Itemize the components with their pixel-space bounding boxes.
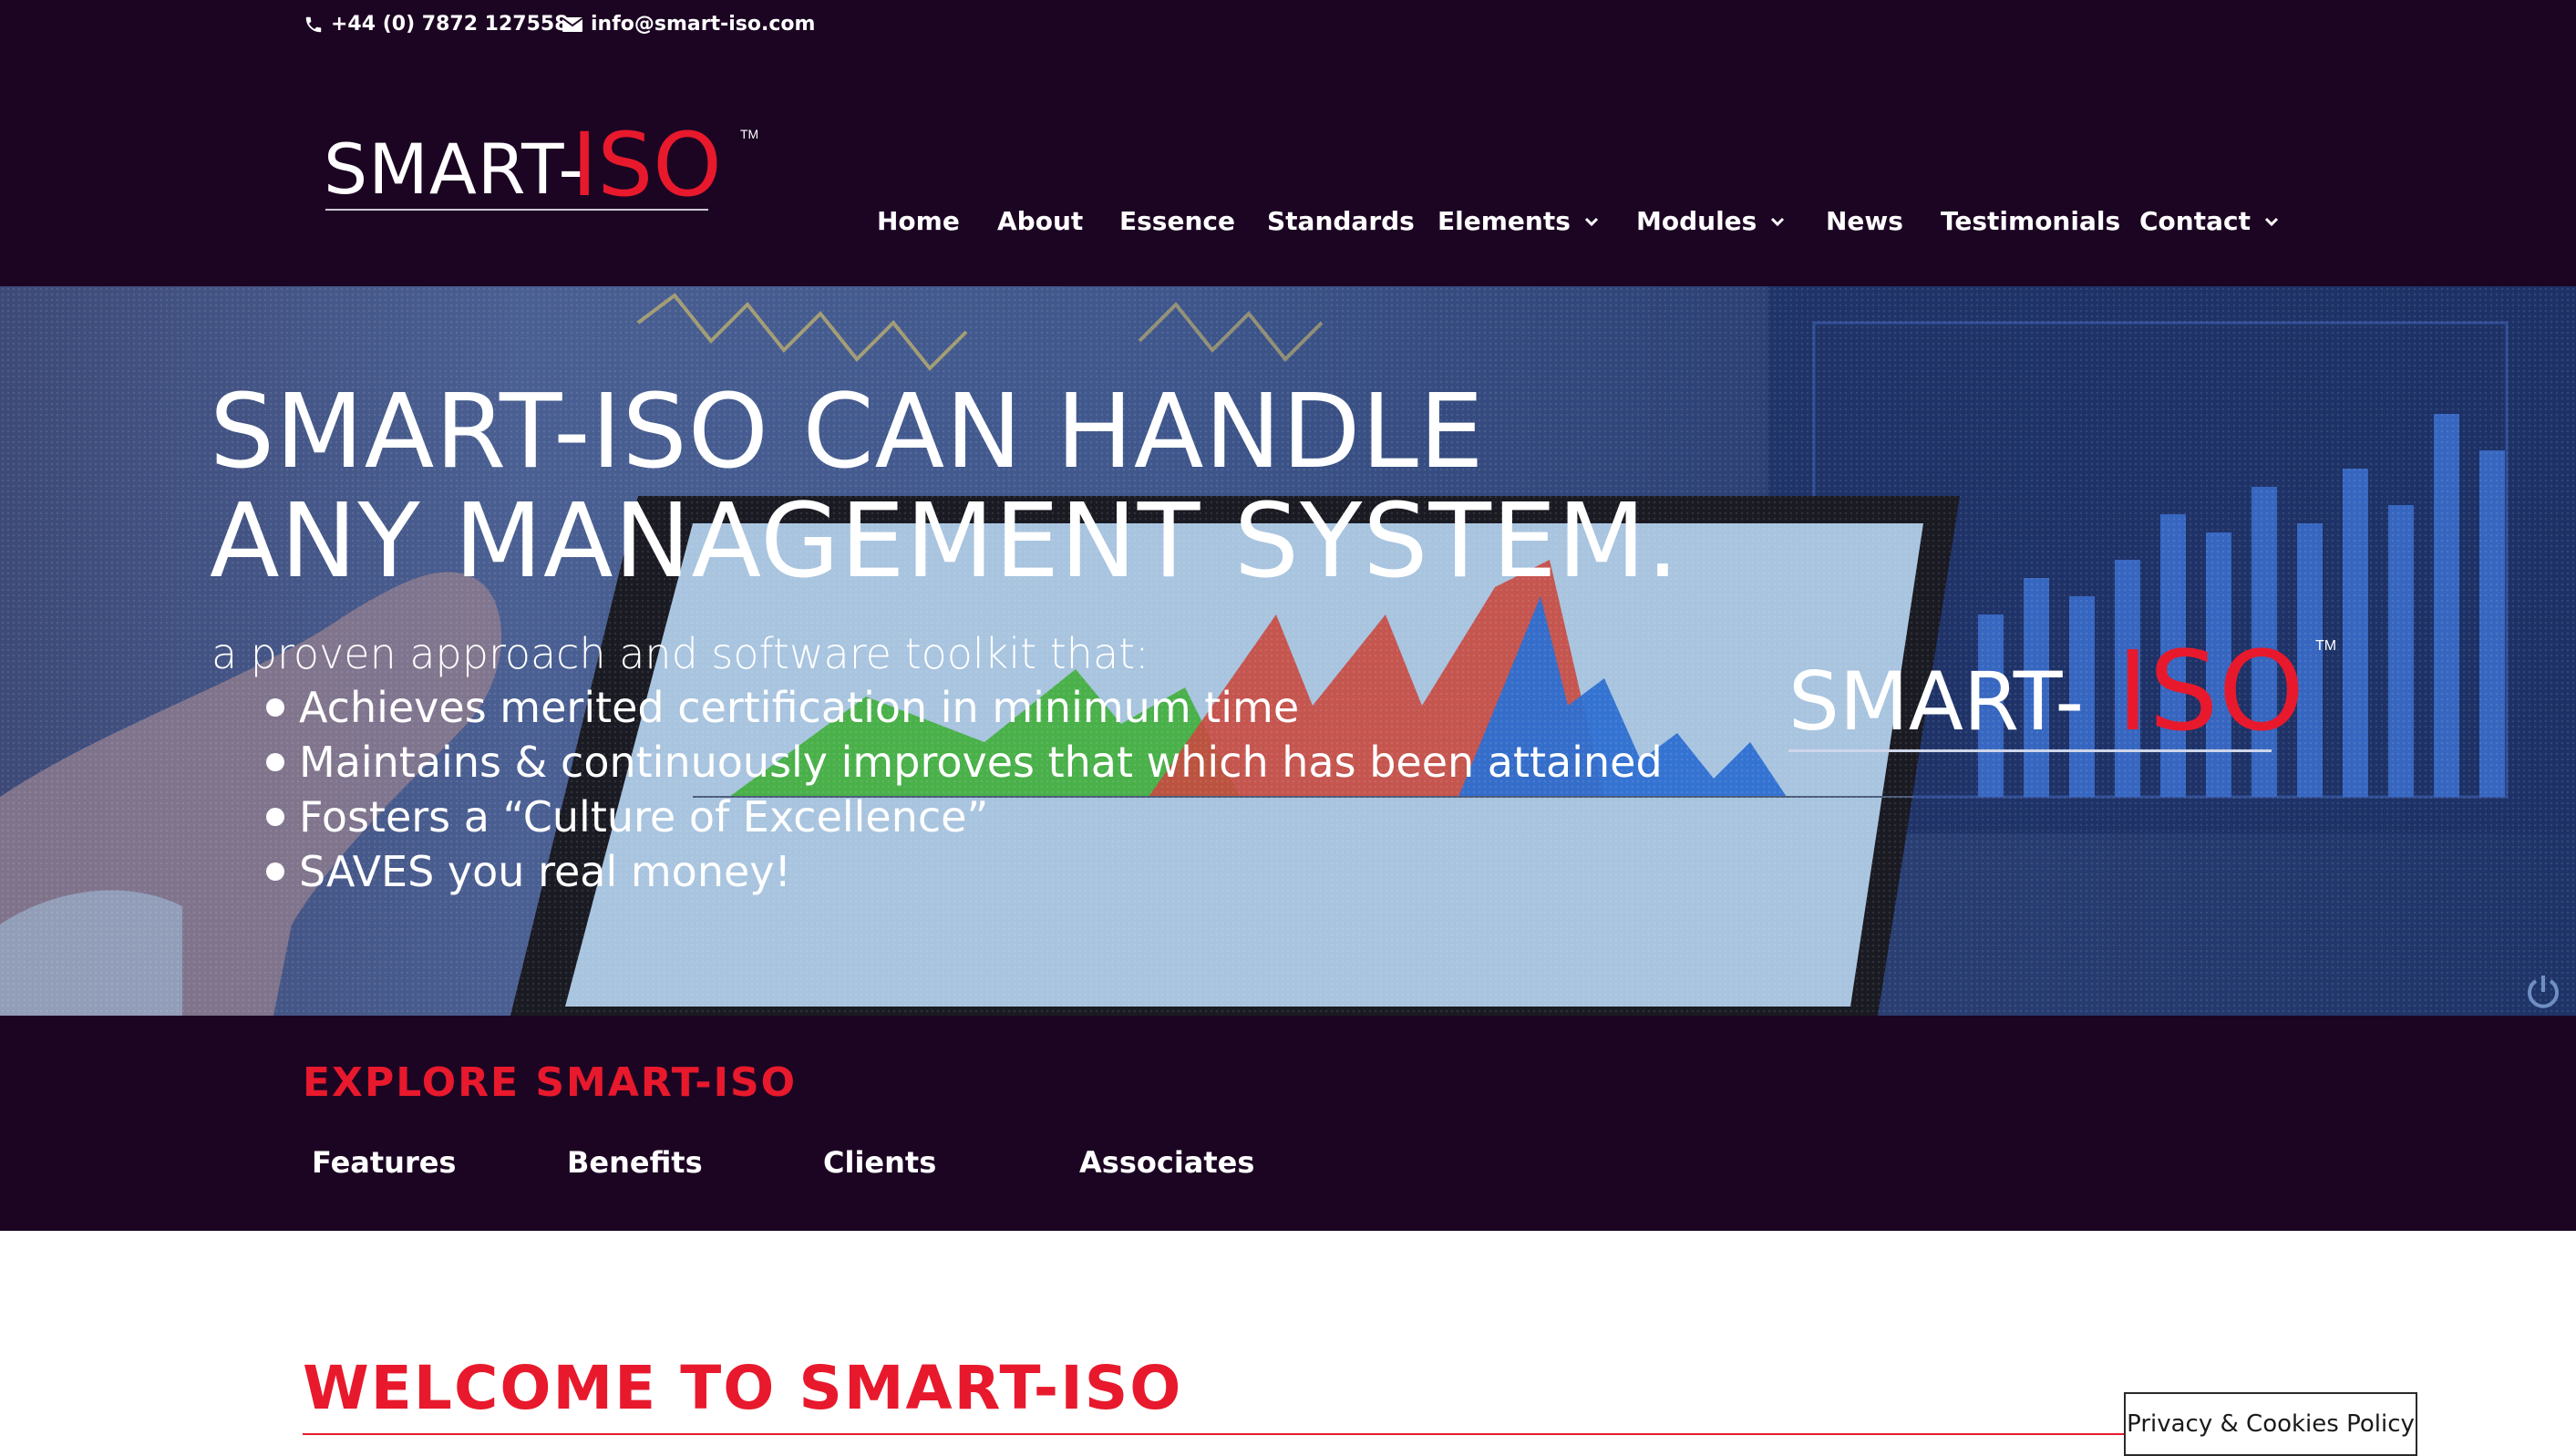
hero-bullet-list: Achieves merited certification in minimu… <box>266 680 1663 899</box>
hero-headline-line2: ANY MANAGEMENT SYSTEM. <box>210 482 1680 601</box>
chevron-down-icon <box>2264 217 2279 226</box>
hero-bullet-text: Maintains & continuously improves that w… <box>299 738 1663 787</box>
nav-modules[interactable]: Modules <box>1636 206 1786 236</box>
hero-bullet: Achieves merited certification in minimu… <box>266 680 1663 735</box>
hero-bullet: SAVES you real money! <box>266 844 1663 899</box>
welcome-heading: WELCOME TO SMART-ISO <box>303 1353 1183 1423</box>
site-header: SMART- ISO TM Home About Essence Standar… <box>0 51 2576 286</box>
hero-logo-underline <box>1788 749 2272 752</box>
logo-text-smart: SMART- <box>324 129 584 210</box>
site-logo[interactable]: SMART- ISO TM <box>324 114 761 220</box>
hero-subtitle: a proven approach and software toolkit t… <box>211 629 1149 678</box>
logo-trademark: TM <box>740 127 759 141</box>
explore-link-benefits[interactable]: Benefits <box>567 1145 703 1180</box>
hero-bullet-text: SAVES you real money! <box>299 847 791 896</box>
hero-headline-line1: SMART-ISO CAN HANDLE <box>210 373 1485 491</box>
top-bar: +44 (0) 7872 127558 info@smart-iso.com <box>0 0 2576 51</box>
hero-logo-iso: ISO <box>2117 629 2305 756</box>
nav-label: Testimonials <box>1941 206 2121 236</box>
welcome-divider <box>303 1433 2235 1435</box>
hero-headline: SMART-ISO CAN HANDLE ANY MANAGEMENT SYST… <box>210 377 1680 596</box>
explore-link-clients[interactable]: Clients <box>823 1145 936 1180</box>
hero-bullet: Maintains & continuously improves that w… <box>266 735 1663 790</box>
nav-contact[interactable]: Contact <box>2139 206 2280 236</box>
privacy-policy-button[interactable]: Privacy & Cookies Policy <box>2124 1392 2417 1456</box>
hero-logo-smart: SMART- <box>1788 655 2085 749</box>
explore-heading: EXPLORE SMART-ISO <box>303 1059 798 1106</box>
hero-logo-trademark: TM <box>2315 638 2337 654</box>
nav-label: About <box>997 206 1084 236</box>
nav-news[interactable]: News <box>1826 206 1903 236</box>
nav-testimonials[interactable]: Testimonials <box>1941 206 2120 236</box>
bullet-dot <box>266 862 284 881</box>
chevron-down-icon <box>1771 217 1785 226</box>
nav-essence[interactable]: Essence <box>1119 206 1235 236</box>
nav-standards[interactable]: Standards <box>1267 206 1415 236</box>
bullet-dot <box>266 808 284 826</box>
hero-bullet: Fosters a “Culture of Excellence” <box>266 790 1663 844</box>
phone-number: +44 (0) 7872 127558 <box>331 13 569 36</box>
nav-elements[interactable]: Elements <box>1437 206 1600 236</box>
nav-label: Standards <box>1267 206 1415 236</box>
explore-section: EXPLORE SMART-ISO Features Benefits Clie… <box>0 1016 2576 1231</box>
nav-label: Elements <box>1437 206 1571 236</box>
explore-link-associates[interactable]: Associates <box>1079 1145 1254 1180</box>
nav-label: Home <box>877 206 960 236</box>
chevron-down-icon <box>1584 217 1598 226</box>
nav-label: Modules <box>1636 206 1757 236</box>
bullet-dot <box>266 698 284 717</box>
hero-banner: SMART-ISO CAN HANDLE ANY MANAGEMENT SYST… <box>0 286 2576 1016</box>
nav-home[interactable]: Home <box>877 206 960 236</box>
envelope-icon <box>562 16 583 32</box>
email-address: info@smart-iso.com <box>591 13 816 36</box>
phone-icon <box>305 16 322 32</box>
nav-label: Essence <box>1119 206 1235 236</box>
explore-link-features[interactable]: Features <box>312 1145 456 1180</box>
email-contact[interactable]: info@smart-iso.com <box>562 13 815 36</box>
hero-logo: SMART- ISO TM <box>1788 629 2344 760</box>
logo-text-iso: ISO <box>572 114 722 216</box>
hero-bullet-text: Fosters a “Culture of Excellence” <box>299 792 989 842</box>
hero-bullet-text: Achieves merited certification in minimu… <box>299 683 1300 732</box>
logo-underline <box>325 209 708 211</box>
phone-contact[interactable]: +44 (0) 7872 127558 <box>304 13 569 36</box>
bullet-dot <box>266 753 284 771</box>
nav-label: News <box>1826 206 1903 236</box>
nav-about[interactable]: About <box>997 206 1083 236</box>
power-icon[interactable] <box>2523 972 2563 1012</box>
nav-label: Contact <box>2139 206 2251 236</box>
